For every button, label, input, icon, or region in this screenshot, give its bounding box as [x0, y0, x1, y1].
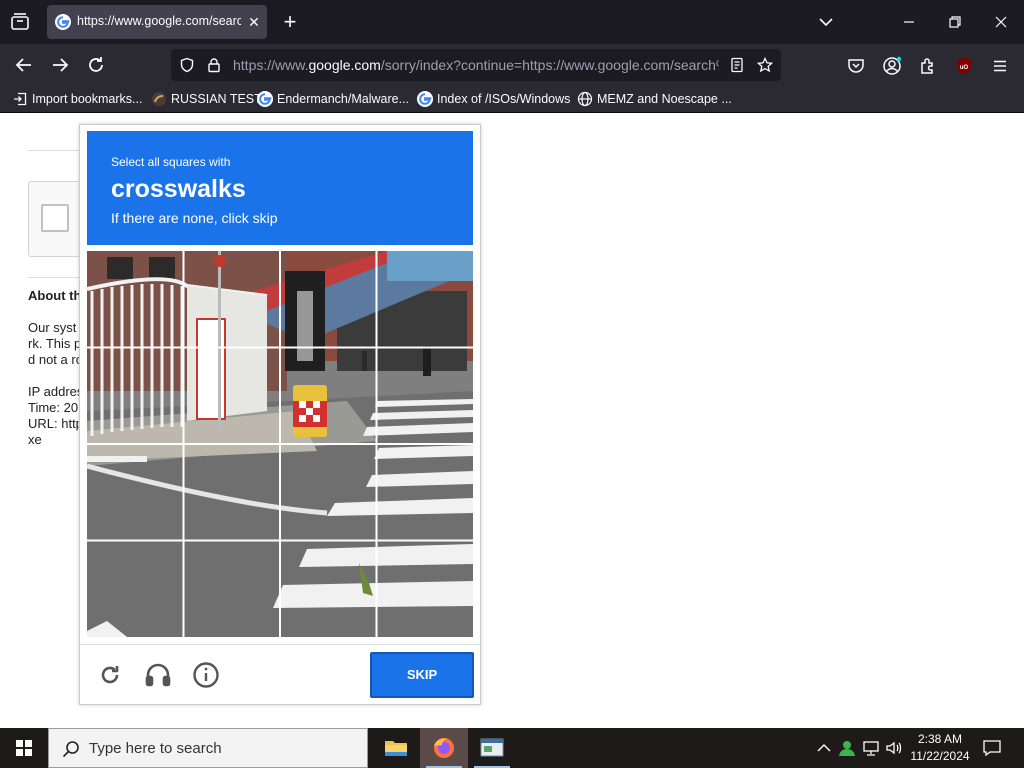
taskbar-search-box[interactable]: Type here to search: [48, 728, 368, 768]
account-icon[interactable]: [882, 56, 902, 76]
grid-tile[interactable]: [184, 348, 281, 445]
url-text[interactable]: https://www.google.com/sorry/index?conti…: [233, 57, 719, 73]
clock-date: 11/22/2024: [910, 749, 970, 763]
bookmark-label: MEMZ and Noescape ...: [597, 92, 732, 106]
url-prefix: https://www.: [233, 57, 309, 73]
info-icon[interactable]: [192, 661, 220, 689]
bookmark-label: RUSSIAN TEST: [171, 92, 262, 106]
network-icon[interactable]: [861, 738, 881, 758]
about-text-line: rk. This p: [28, 336, 82, 351]
google-favicon-icon: [257, 91, 273, 107]
bookmark-star-icon[interactable]: [756, 56, 774, 73]
globe-icon: [577, 91, 593, 107]
search-icon: [61, 739, 81, 759]
chevron-up-icon[interactable]: [814, 738, 834, 758]
svg-text:uO: uO: [960, 65, 969, 71]
google-favicon-icon: [417, 91, 433, 107]
challenge-header: Select all squares with crosswalks If th…: [87, 131, 473, 245]
headphones-icon[interactable]: [144, 661, 172, 689]
url-host: google.com: [308, 57, 381, 73]
bookmark-endermanch[interactable]: Endermanch/Malware...: [257, 90, 410, 108]
grid-tile[interactable]: [184, 251, 281, 348]
import-icon: [12, 91, 28, 107]
shield-icon[interactable]: [179, 57, 195, 73]
back-arrow-icon[interactable]: [12, 53, 36, 77]
grid-tile[interactable]: [87, 444, 184, 541]
search-placeholder: Type here to search: [89, 740, 222, 757]
tile-overlay: [87, 251, 473, 637]
close-window-icon[interactable]: [989, 10, 1013, 34]
bookmark-label: Endermanch/Malware...: [277, 92, 410, 106]
challenge-keyword: crosswalks: [111, 175, 246, 203]
clock-time: 2:38 AM: [917, 732, 963, 746]
address-bar[interactable]: https://www.google.com/sorry/index?conti…: [171, 49, 781, 81]
tab-title: https://www.google.com/search?q=: [77, 14, 241, 28]
bookmark-memz[interactable]: MEMZ and Noescape ...: [577, 90, 732, 108]
challenge-prompt: Select all squares with: [111, 155, 231, 169]
list-all-tabs-icon[interactable]: [8, 10, 32, 34]
reload-icon[interactable]: [84, 53, 108, 77]
bookmarks-toolbar: Import bookmarks... RUSSIAN TEST Enderma…: [0, 86, 1024, 113]
site-favicon-icon: [151, 91, 167, 107]
grid-tile[interactable]: [87, 251, 184, 348]
about-text-line: d not a ro: [28, 352, 83, 367]
firefox-taskbar-icon[interactable]: [420, 728, 468, 768]
bookmark-label: Index of /ISOs/Windows: [437, 92, 571, 106]
extensions-icon[interactable]: [918, 56, 938, 76]
challenge-image-grid: [87, 251, 473, 637]
pocket-icon[interactable]: [846, 56, 866, 76]
close-tab-icon[interactable]: ✕: [246, 14, 262, 30]
reader-view-icon[interactable]: [729, 57, 745, 73]
bookmark-label: Import bookmarks...: [32, 92, 143, 106]
windows-taskbar: Type here to search 2:38 AM 11/22/2024: [0, 728, 1024, 768]
menu-icon[interactable]: [990, 56, 1010, 76]
footer-divider: [80, 644, 480, 645]
app-window-icon[interactable]: [468, 728, 516, 768]
tab-bar: https://www.google.com/search?q= ✕ +: [0, 0, 1024, 44]
ublock-origin-icon[interactable]: uO: [954, 56, 974, 76]
grid-tile[interactable]: [377, 444, 474, 541]
navigation-toolbar: https://www.google.com/sorry/index?conti…: [0, 44, 1024, 86]
notification-icon[interactable]: [980, 736, 1004, 760]
grid-tile[interactable]: [377, 348, 474, 445]
time-line: Time: 20: [28, 400, 79, 415]
file-explorer-icon[interactable]: [372, 728, 420, 768]
bookmark-import[interactable]: Import bookmarks...: [12, 90, 142, 108]
url-path: /sorry/index?continue=https://www.google…: [380, 57, 719, 73]
tab-google-search[interactable]: https://www.google.com/search?q= ✕: [47, 5, 267, 39]
bookmark-index-isos[interactable]: Index of /ISOs/Windows: [417, 90, 571, 108]
google-favicon-icon: [55, 14, 71, 30]
reload-challenge-icon[interactable]: [96, 661, 124, 689]
system-clock[interactable]: 2:38 AM 11/22/2024: [905, 731, 975, 765]
minimize-icon[interactable]: [897, 10, 921, 34]
lock-icon[interactable]: [206, 57, 222, 73]
chevron-down-icon[interactable]: [816, 12, 836, 32]
grid-tile[interactable]: [377, 541, 474, 638]
url-line[interactable]: URL: http: [28, 416, 83, 431]
url-line-continued: xe: [28, 432, 42, 447]
grid-tile[interactable]: [280, 541, 377, 638]
grid-tile[interactable]: [280, 251, 377, 348]
restore-icon[interactable]: [943, 10, 967, 34]
grid-tile[interactable]: [87, 348, 184, 445]
grid-tile[interactable]: [184, 444, 281, 541]
challenge-subtext: If there are none, click skip: [111, 210, 278, 226]
grid-tile[interactable]: [184, 541, 281, 638]
user-status-icon[interactable]: [837, 738, 857, 758]
new-tab-icon[interactable]: +: [280, 11, 300, 33]
forward-arrow-icon[interactable]: [48, 53, 72, 77]
grid-tile[interactable]: [87, 541, 184, 638]
recaptcha-challenge: Select all squares with crosswalks If th…: [79, 124, 481, 705]
ip-address-line: IP addres: [28, 384, 84, 399]
bookmark-russian-test[interactable]: RUSSIAN TEST: [151, 90, 262, 108]
grid-tile[interactable]: [280, 348, 377, 445]
grid-tile[interactable]: [377, 251, 474, 348]
about-text-line: Our syst: [28, 320, 77, 335]
windows-start-icon[interactable]: [0, 728, 48, 768]
skip-button[interactable]: SKIP: [370, 652, 474, 698]
recaptcha-checkbox[interactable]: [41, 204, 69, 232]
about-heading: About th: [28, 288, 82, 303]
grid-tile[interactable]: [280, 444, 377, 541]
volume-icon[interactable]: [884, 738, 904, 758]
